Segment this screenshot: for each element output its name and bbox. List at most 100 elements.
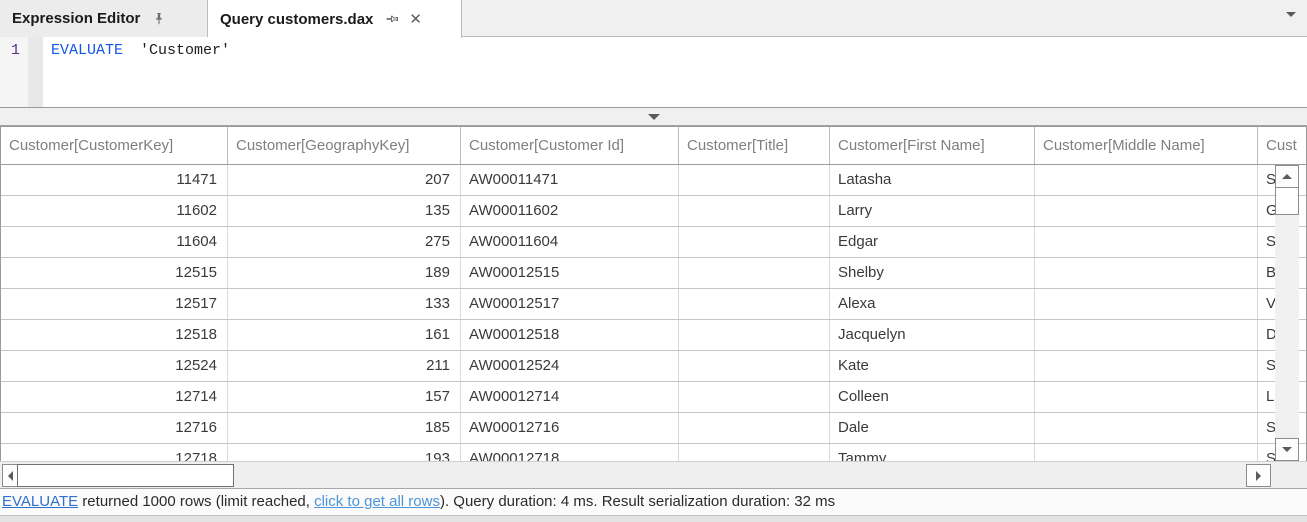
close-icon[interactable]: ✕ (409, 12, 422, 27)
grid-cell-title[interactable] (679, 258, 830, 288)
grid-cell-middle-name[interactable] (1035, 165, 1258, 195)
scroll-right-button[interactable] (1246, 464, 1271, 487)
column-header-first-name[interactable]: Customer[First Name] (830, 127, 1035, 164)
grid-cell-first-name[interactable]: Kate (830, 351, 1035, 381)
grid-cell-middle-name[interactable] (1035, 444, 1258, 461)
grid-cell-geographykey[interactable]: 211 (228, 351, 461, 381)
tab-label: Query customers.dax (220, 11, 373, 28)
grid-cell-middle-name[interactable] (1035, 289, 1258, 319)
column-header-geographykey[interactable]: Customer[GeographyKey] (228, 127, 461, 164)
vertical-scrollbar[interactable] (1275, 165, 1299, 461)
grid-cell-geographykey[interactable]: 133 (228, 289, 461, 319)
grid-cell-customer-id[interactable]: AW00011471 (461, 165, 679, 195)
grid-cell-title[interactable] (679, 196, 830, 226)
grid-cell-customerkey[interactable]: 11604 (1, 227, 228, 257)
scroll-up-button[interactable] (1275, 165, 1299, 188)
code-line[interactable]: EVALUATE'Customer' (43, 37, 230, 107)
grid-cell-customer-id[interactable]: AW00012718 (461, 444, 679, 461)
grid-cell-title[interactable] (679, 165, 830, 195)
grid-cell-first-name[interactable]: Shelby (830, 258, 1035, 288)
pane-splitter[interactable] (0, 108, 1307, 126)
grid-cell-geographykey[interactable]: 161 (228, 320, 461, 350)
column-header-title[interactable]: Customer[Title] (679, 127, 830, 164)
grid-cell-customerkey[interactable]: 11471 (1, 165, 228, 195)
grid-cell-title[interactable] (679, 382, 830, 412)
grid-cell-middle-name[interactable] (1035, 227, 1258, 257)
grid-cell-customerkey[interactable]: 12714 (1, 382, 228, 412)
table-row: 11602 135 AW00011602 Larry G (1, 196, 1306, 227)
pin-icon[interactable] (152, 12, 166, 26)
grid-cell-title[interactable] (679, 444, 830, 461)
grid-cell-customerkey[interactable]: 12517 (1, 289, 228, 319)
vertical-scrollbar-thumb[interactable] (1275, 187, 1299, 215)
column-header-last-name-truncated[interactable]: Cust (1258, 127, 1306, 164)
column-header-middle-name[interactable]: Customer[Middle Name] (1035, 127, 1258, 164)
grid-cell-first-name[interactable]: Larry (830, 196, 1035, 226)
grid-cell-first-name[interactable]: Tammy (830, 444, 1035, 461)
grid-header-row: Customer[CustomerKey] Customer[Geography… (1, 127, 1306, 165)
grid-cell-title[interactable] (679, 227, 830, 257)
grid-cell-customer-id[interactable]: AW00012716 (461, 413, 679, 443)
grid-cell-first-name[interactable]: Colleen (830, 382, 1035, 412)
grid-cell-geographykey[interactable]: 207 (228, 165, 461, 195)
scroll-left-button[interactable] (2, 464, 18, 487)
grid-cell-customerkey[interactable]: 12515 (1, 258, 228, 288)
grid-cell-geographykey[interactable]: 135 (228, 196, 461, 226)
grid-cell-title[interactable] (679, 320, 830, 350)
grid-cell-customer-id[interactable]: AW00012714 (461, 382, 679, 412)
grid-cell-geographykey[interactable]: 189 (228, 258, 461, 288)
grid-cell-geographykey[interactable]: 275 (228, 227, 461, 257)
grid-cell-customer-id[interactable]: AW00012524 (461, 351, 679, 381)
grid-cell-title[interactable] (679, 289, 830, 319)
grid-cell-first-name[interactable]: Jacquelyn (830, 320, 1035, 350)
column-header-customerkey[interactable]: Customer[CustomerKey] (1, 127, 228, 164)
horizontal-scrollbar-thumb[interactable] (17, 464, 234, 487)
scroll-down-button[interactable] (1275, 438, 1299, 461)
collapse-pane-icon[interactable] (648, 114, 660, 120)
tab-list-dropdown-icon[interactable] (1286, 17, 1296, 35)
table-row: 12524 211 AW00012524 Kate S (1, 351, 1306, 382)
grid-cell-customerkey[interactable]: 12716 (1, 413, 228, 443)
grid-cell-first-name[interactable]: Dale (830, 413, 1035, 443)
grid-cell-middle-name[interactable] (1035, 258, 1258, 288)
grid-cell-customer-id[interactable]: AW00011604 (461, 227, 679, 257)
grid-cell-first-name[interactable]: Edgar (830, 227, 1035, 257)
arrow-right-icon (1256, 471, 1261, 481)
grid-cell-customerkey[interactable]: 11602 (1, 196, 228, 226)
grid-cell-middle-name[interactable] (1035, 413, 1258, 443)
status-text-tail: ). Query duration: 4 ms. Result serializ… (440, 493, 835, 510)
grid-cell-customer-id[interactable]: AW00012517 (461, 289, 679, 319)
column-header-customer-id[interactable]: Customer[Customer Id] (461, 127, 679, 164)
table-row: 12515 189 AW00012515 Shelby B (1, 258, 1306, 289)
grid-cell-geographykey[interactable]: 157 (228, 382, 461, 412)
code-editor[interactable]: 1 EVALUATE'Customer' (0, 37, 1307, 108)
grid-cell-customerkey[interactable]: 12718 (1, 444, 228, 461)
tab-expression-editor[interactable]: Expression Editor (0, 0, 208, 37)
grid-cell-title[interactable] (679, 413, 830, 443)
grid-cell-customerkey[interactable]: 12518 (1, 320, 228, 350)
grid-cell-geographykey[interactable]: 193 (228, 444, 461, 461)
horizontal-scrollbar[interactable] (0, 461, 1307, 488)
grid-cell-middle-name[interactable] (1035, 196, 1258, 226)
table-row: 12518 161 AW00012518 Jacquelyn D (1, 320, 1306, 351)
grid-cell-first-name[interactable]: Alexa (830, 289, 1035, 319)
grid-cell-title[interactable] (679, 351, 830, 381)
grid-cell-customerkey[interactable]: 12524 (1, 351, 228, 381)
arrow-down-icon (1282, 447, 1292, 452)
grid-cell-customer-id[interactable]: AW00011602 (461, 196, 679, 226)
pin-icon[interactable] (385, 12, 399, 26)
status-text: returned 1000 rows (limit reached, (78, 493, 314, 510)
grid-cell-customer-id[interactable]: AW00012518 (461, 320, 679, 350)
grid-cell-middle-name[interactable] (1035, 382, 1258, 412)
tab-query-customers-dax[interactable]: Query customers.dax ✕ (208, 0, 462, 38)
table-row: 12716 185 AW00012716 Dale S (1, 413, 1306, 444)
evaluate-doc-link[interactable]: EVALUATE (2, 493, 78, 510)
grid-cell-middle-name[interactable] (1035, 351, 1258, 381)
table-row: 11604 275 AW00011604 Edgar S (1, 227, 1306, 258)
grid-cell-geographykey[interactable]: 185 (228, 413, 461, 443)
get-all-rows-link[interactable]: click to get all rows (314, 493, 440, 510)
grid-cell-first-name[interactable]: Latasha (830, 165, 1035, 195)
grid-cell-middle-name[interactable] (1035, 320, 1258, 350)
table-row: 12517 133 AW00012517 Alexa V (1, 289, 1306, 320)
grid-cell-customer-id[interactable]: AW00012515 (461, 258, 679, 288)
